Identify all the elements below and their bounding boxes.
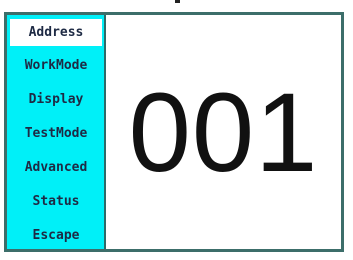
menu-item-status[interactable]: Status: [10, 188, 102, 215]
address-value-display: 001: [128, 69, 319, 195]
top-indicator-mark: [175, 0, 180, 3]
menu-item-escape[interactable]: Escape: [10, 222, 102, 249]
menu-item-testmode[interactable]: TestMode: [10, 120, 102, 147]
menu-item-display[interactable]: Display: [10, 86, 102, 113]
menu-item-address[interactable]: Address: [10, 19, 102, 46]
device-screen: Address WorkMode Display TestMode Advanc…: [4, 12, 344, 252]
menu-item-advanced[interactable]: Advanced: [10, 154, 102, 181]
menu-item-workmode[interactable]: WorkMode: [10, 52, 102, 79]
menu-sidebar: Address WorkMode Display TestMode Advanc…: [7, 15, 104, 249]
